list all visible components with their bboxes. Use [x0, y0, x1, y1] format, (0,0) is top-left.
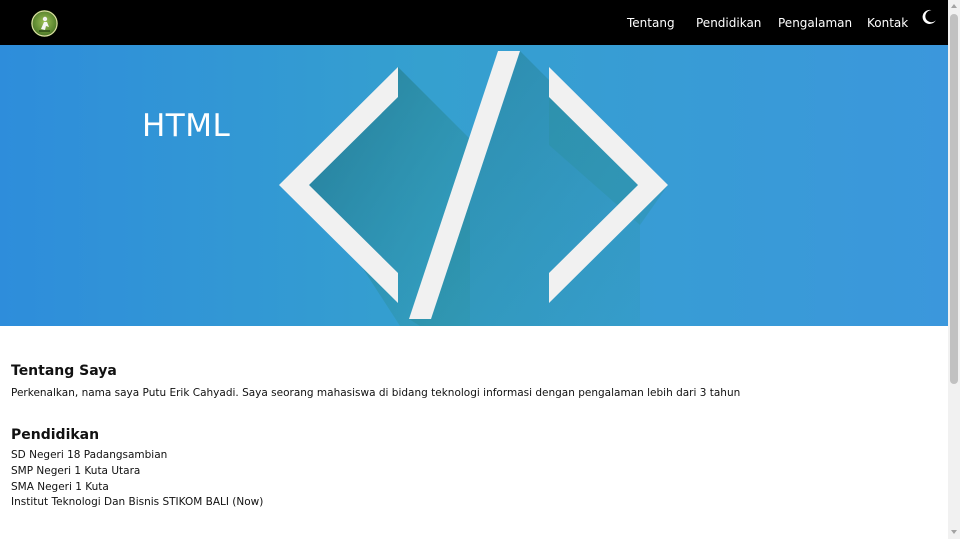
education-item-university: Institut Teknologi Dan Bisnis STIKOM BAL… [11, 496, 264, 509]
hero-banner: HTML [0, 45, 948, 326]
education-heading: Pendidikan [11, 427, 100, 443]
about-text: Perkenalkan, nama saya Putu Erik Cahyadi… [11, 387, 741, 399]
scroll-up-arrow-icon[interactable] [951, 4, 957, 8]
education-list: SD Negeri 18 Padangsambian SMP Negeri 1 … [11, 448, 931, 511]
nav-link-pendidikan[interactable]: Pendidikan [696, 15, 761, 31]
main-content: Tentang Saya Perkenalkan, nama saya Putu… [11, 361, 931, 511]
moon-icon [922, 9, 936, 24]
code-brackets-icon [0, 45, 948, 326]
avatar[interactable] [31, 10, 58, 37]
navbar: Tentang Pendidikan Pengalaman Kontak [0, 0, 948, 45]
nav-link-kontak[interactable]: Kontak [867, 15, 908, 31]
education-item-smp: SMP Negeri 1 Kuta Utara [11, 464, 141, 477]
about-heading: Tentang Saya [11, 363, 117, 379]
avatar-image [31, 10, 58, 37]
hero-title: HTML [142, 108, 231, 144]
page: Tentang Pendidikan Pengalaman Kontak HTM… [0, 0, 948, 539]
page-scrollbar[interactable] [948, 0, 960, 539]
education-item-sma: SMA Negeri 1 Kuta [11, 480, 109, 493]
scrollbar-thumb[interactable] [950, 14, 958, 384]
about-section: Tentang Saya Perkenalkan, nama saya Putu… [11, 361, 931, 401]
nav-link-tentang[interactable]: Tentang [627, 15, 675, 31]
theme-toggle-button[interactable] [920, 8, 938, 26]
nav-link-pengalaman[interactable]: Pengalaman [778, 15, 852, 31]
education-item-sd: SD Negeri 18 Padangsambian [11, 449, 168, 461]
education-section: Pendidikan SD Negeri 18 Padangsambian SM… [11, 425, 931, 511]
scroll-down-arrow-icon[interactable] [951, 530, 957, 534]
